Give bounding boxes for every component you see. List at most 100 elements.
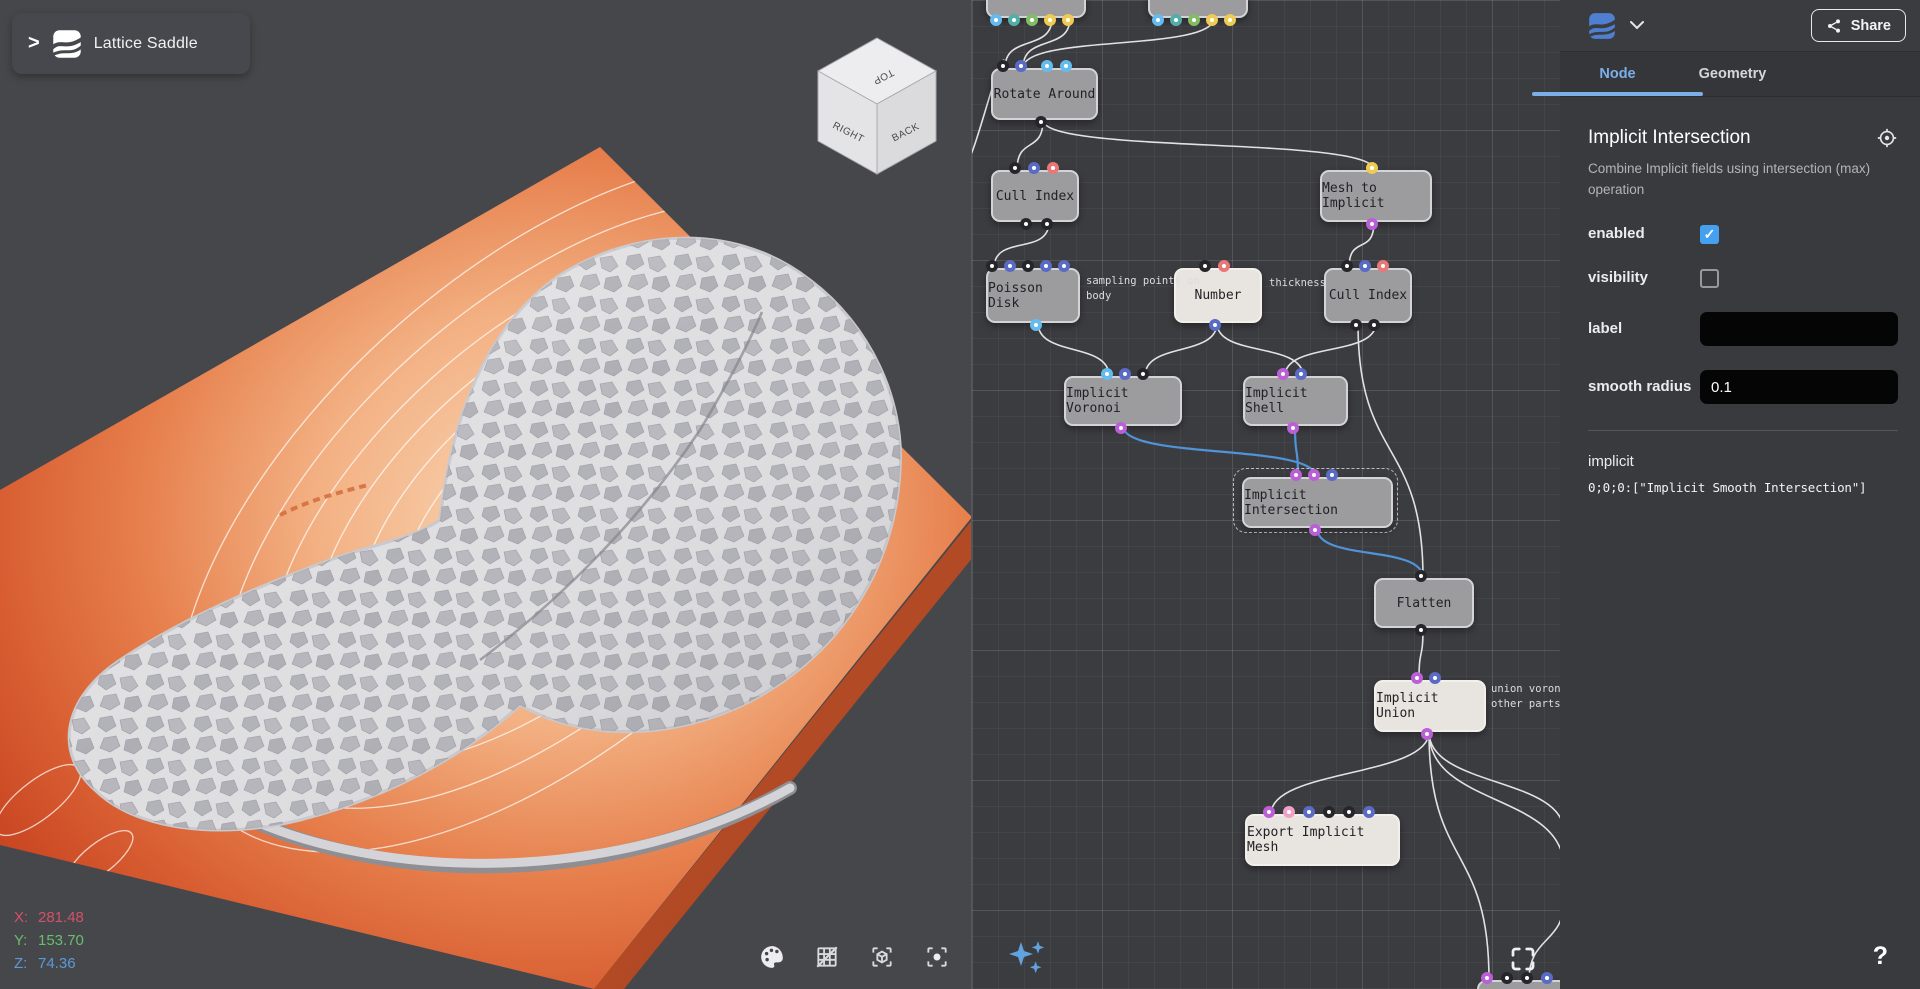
port-purple-in-0[interactable] [1277, 368, 1289, 380]
port-black-in-0[interactable] [997, 60, 1009, 72]
locate-node-icon[interactable] [1876, 127, 1898, 149]
port-lightblue-out-0[interactable] [1030, 319, 1042, 331]
port-indigo-in-4[interactable] [1058, 260, 1070, 272]
edge-5[interactable] [1043, 120, 1374, 170]
label-input[interactable] [1700, 312, 1898, 346]
port-indigo-in-2[interactable] [1326, 469, 1338, 481]
port-black-in-0[interactable] [986, 260, 998, 272]
port-purple-out-0[interactable] [1287, 422, 1299, 434]
port-yellow-out-4[interactable] [1062, 14, 1074, 26]
port-black-out-0[interactable] [1415, 624, 1427, 636]
port-purple-in-0[interactable] [1481, 972, 1493, 984]
port-black-in-2[interactable] [1022, 260, 1034, 272]
port-purple-in-0[interactable] [1411, 672, 1423, 684]
viewport-3d[interactable]: > Lattice Saddle TOP RIGHT BACK X:281.48… [0, 0, 971, 989]
edge-15[interactable] [1317, 528, 1423, 578]
port-purple-in-0[interactable] [1263, 806, 1275, 818]
port-red-in-1[interactable] [1218, 260, 1230, 272]
tab-node[interactable]: Node [1560, 52, 1675, 96]
port-lightblue-in-2[interactable] [1041, 60, 1053, 72]
graph-node-top-node-b[interactable] [1148, 0, 1248, 18]
port-lightblue-in-3[interactable] [1060, 60, 1072, 72]
frame-all-icon[interactable] [1508, 944, 1538, 974]
port-lightblue-in-0[interactable] [1101, 368, 1113, 380]
port-black-in-0[interactable] [1415, 570, 1427, 582]
port-black-in-4[interactable] [1343, 806, 1355, 818]
port-purple-in-1[interactable] [1308, 469, 1320, 481]
tab-geometry[interactable]: Geometry [1675, 52, 1790, 96]
port-yellow-in-0[interactable] [1366, 162, 1378, 174]
graph-node-cull-index-1[interactable]: Cull Index [991, 170, 1079, 222]
port-purple-out-0[interactable] [1115, 422, 1127, 434]
graph-node-poisson-disk[interactable]: Poisson Disk [986, 268, 1080, 323]
port-purple-out-0[interactable] [1421, 728, 1433, 740]
port-purple-out-0[interactable] [1366, 218, 1378, 230]
port-purple-in-0[interactable] [1290, 469, 1302, 481]
graph-node-bottom-node[interactable] [1477, 980, 1560, 989]
palette-icon[interactable] [758, 943, 786, 971]
edge-12[interactable] [1358, 323, 1423, 578]
port-teal-out-1[interactable] [1170, 14, 1182, 26]
port-yellow-out-3[interactable] [1044, 14, 1056, 26]
port-indigo-in-3[interactable] [1040, 260, 1052, 272]
port-indigo-in-1[interactable] [1004, 260, 1016, 272]
edge-9[interactable] [1145, 323, 1217, 376]
port-indigo-in-2[interactable] [1303, 806, 1315, 818]
app-logo-blue-icon[interactable] [1588, 12, 1616, 40]
edge-18[interactable] [1429, 732, 1489, 980]
graph-node-flatten[interactable]: Flatten [1374, 578, 1474, 628]
port-indigo-in-1[interactable] [1015, 60, 1027, 72]
chevron-down-icon[interactable] [1630, 21, 1644, 30]
edge-19[interactable] [1429, 732, 1560, 832]
port-purple-out-0[interactable] [1309, 524, 1321, 536]
port-black-out-0[interactable] [1350, 319, 1362, 331]
port-indigo-in-5[interactable] [1363, 806, 1375, 818]
collapse-chevron-icon[interactable]: > [28, 32, 40, 55]
port-yellow-out-3[interactable] [1206, 14, 1218, 26]
graph-node-implicit-intersection[interactable]: Implicit Intersection [1242, 477, 1393, 528]
port-black-out-0[interactable] [1035, 116, 1047, 128]
edge-17[interactable] [1271, 732, 1429, 814]
graph-node-mesh-to-implicit[interactable]: Mesh to Implicit [1320, 170, 1432, 222]
port-lightblue-out-0[interactable] [990, 14, 1002, 26]
visibility-checkbox[interactable] [1700, 269, 1719, 288]
port-indigo-in-1[interactable] [1119, 368, 1131, 380]
port-indigo-out-0[interactable] [1209, 319, 1221, 331]
edge-10[interactable] [1217, 323, 1303, 376]
port-yellow-out-4[interactable] [1224, 14, 1236, 26]
port-black-in-0[interactable] [1341, 260, 1353, 272]
port-black-out-0[interactable] [1020, 218, 1032, 230]
help-button[interactable]: ? [1873, 942, 1888, 971]
graph-node-implicit-shell[interactable]: Implicit Shell [1243, 376, 1348, 426]
node-graph-canvas[interactable]: Rotate Around Cull Index Mesh to Implicit P… [971, 0, 1560, 989]
port-black-in-0[interactable] [1199, 260, 1211, 272]
port-green-out-2[interactable] [1026, 14, 1038, 26]
graph-node-cull-index-2[interactable]: Cull Index [1324, 268, 1412, 323]
port-black-out-1[interactable] [1368, 319, 1380, 331]
ai-sparkles-icon[interactable] [1006, 938, 1050, 982]
smooth-radius-input[interactable]: 0.1 [1700, 370, 1898, 404]
port-black-in-2[interactable] [1137, 368, 1149, 380]
port-red-in-2[interactable] [1377, 260, 1389, 272]
graph-node-rotate-around[interactable]: Rotate Around [991, 68, 1098, 120]
port-black-in-3[interactable] [1323, 806, 1335, 818]
edge-8[interactable] [1038, 323, 1109, 376]
share-button[interactable]: Share [1811, 9, 1906, 42]
port-black-in-0[interactable] [1009, 162, 1021, 174]
view-cube[interactable]: TOP RIGHT BACK [810, 32, 944, 182]
port-teal-out-1[interactable] [1008, 14, 1020, 26]
port-indigo-in-1[interactable] [1295, 368, 1307, 380]
graph-node-export-implicit-mesh[interactable]: Export Implicit Mesh [1245, 814, 1400, 866]
port-black-out-1[interactable] [1041, 218, 1053, 230]
port-indigo-in-1[interactable] [1028, 162, 1040, 174]
graph-node-implicit-voronoi[interactable]: Implicit Voronoi [1064, 376, 1182, 426]
port-indigo-in-1[interactable] [1359, 260, 1371, 272]
port-indigo-in-3[interactable] [1541, 972, 1553, 984]
port-indigo-in-1[interactable] [1429, 672, 1441, 684]
port-lightblue-out-0[interactable] [1152, 14, 1164, 26]
enabled-checkbox[interactable]: ✓ [1700, 225, 1719, 244]
port-green-out-2[interactable] [1188, 14, 1200, 26]
grid-off-icon[interactable] [813, 943, 841, 971]
focus-icon[interactable] [923, 943, 951, 971]
port-red-in-2[interactable] [1047, 162, 1059, 174]
